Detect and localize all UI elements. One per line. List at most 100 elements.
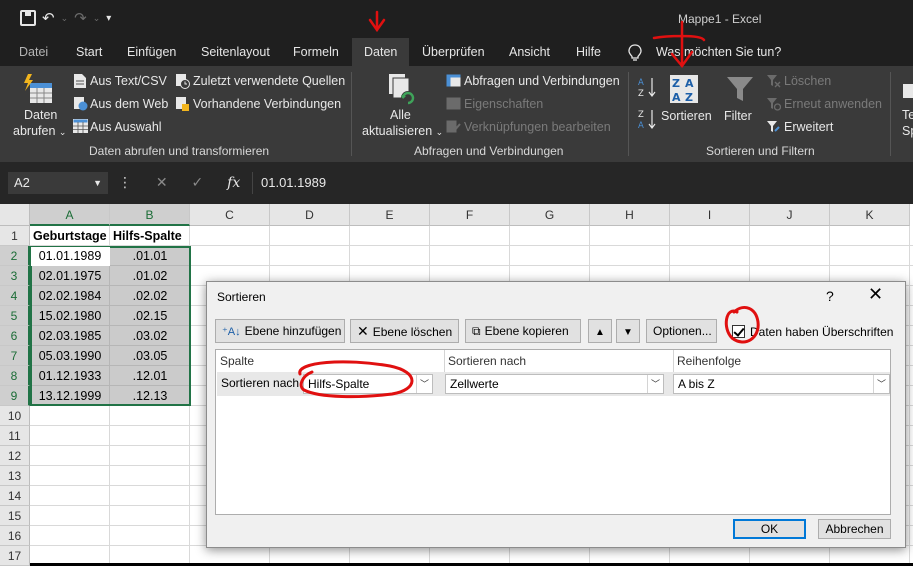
row-header-2[interactable]: 2 (0, 246, 30, 266)
column-header-b[interactable]: B (110, 204, 190, 226)
customize-qat-icon[interactable]: ▾ (106, 13, 111, 24)
cell-a3[interactable]: 02.01.1975 (30, 266, 110, 286)
save-icon[interactable] (20, 10, 36, 26)
clear-button[interactable]: Löschen (784, 74, 831, 88)
existing-connections-button[interactable]: Vorhandene Verbindungen (193, 97, 341, 111)
cell-b6[interactable]: .03.02 (110, 326, 190, 346)
row-header-11[interactable]: 11 (0, 426, 30, 446)
cell-a4[interactable]: 02.02.1984 (30, 286, 110, 306)
cell-a2[interactable]: 01.01.1989 (30, 246, 110, 266)
cell-a8[interactable]: 01.12.1933 (30, 366, 110, 386)
undo-dropdown-icon[interactable]: ⌄ (61, 13, 69, 24)
row-header-5[interactable]: 5 (0, 306, 30, 326)
from-text-csv-button[interactable]: Aus Text/CSV (90, 74, 167, 88)
filter-button[interactable]: Filter (724, 109, 752, 123)
tab-daten[interactable]: Daten (352, 38, 410, 66)
column-select[interactable]: Hilfs-Spalte ﹀ (303, 374, 433, 394)
row-header-10[interactable]: 10 (0, 406, 30, 426)
column-header-g[interactable]: G (510, 204, 590, 226)
close-button[interactable]: ✕ (868, 284, 883, 305)
reapply-button[interactable]: Erneut anwenden (784, 97, 882, 111)
cell-b3[interactable]: .01.02 (110, 266, 190, 286)
row-header-4[interactable]: 4 (0, 286, 30, 306)
has-headers-checkbox[interactable] (732, 325, 745, 338)
insert-function-icon[interactable]: fx (227, 175, 240, 191)
copy-level-button[interactable]: ⧉ Ebene kopieren (465, 319, 581, 343)
from-table-button[interactable]: Aus Auswahl (90, 120, 162, 134)
help-button[interactable]: ? (826, 288, 834, 304)
row-header-17[interactable]: 17 (0, 546, 30, 566)
row-header-6[interactable]: 6 (0, 326, 30, 346)
properties-button[interactable]: Eigenschaften (464, 97, 543, 111)
row-header-15[interactable]: 15 (0, 506, 30, 526)
move-up-button[interactable]: ▲ (588, 319, 612, 343)
row-header-8[interactable]: 8 (0, 366, 30, 386)
row-header-16[interactable]: 16 (0, 526, 30, 546)
cell-b9[interactable]: .12.13 (110, 386, 190, 406)
tab-datei[interactable]: Datei (19, 38, 48, 66)
options-button[interactable]: Optionen... (646, 319, 717, 343)
column-header-j[interactable]: J (750, 204, 830, 226)
cell-a1[interactable]: Geburtstage (33, 226, 113, 246)
sort-on-select[interactable]: Zellwerte ﹀ (445, 374, 664, 394)
get-data-label-1[interactable]: Daten (24, 108, 57, 122)
column-header-h[interactable]: H (590, 204, 670, 226)
cell-a7[interactable]: 05.03.1990 (30, 346, 110, 366)
name-box-dropdown-icon[interactable]: ▼ (93, 172, 102, 194)
column-header-f[interactable]: F (430, 204, 510, 226)
cell-a5[interactable]: 15.02.1980 (30, 306, 110, 326)
recent-sources-button[interactable]: Zuletzt verwendete Quellen (193, 74, 345, 88)
edit-links-button[interactable]: Verknüpfungen bearbeiten (464, 120, 611, 134)
has-headers-label[interactable]: Daten haben Überschriften (750, 325, 893, 339)
column-header-k[interactable]: K (830, 204, 910, 226)
row-header-3[interactable]: 3 (0, 266, 30, 286)
tab-ueberpruefen[interactable]: Überprüfen (422, 38, 485, 66)
cell-b7[interactable]: .03.05 (110, 346, 190, 366)
enter-icon[interactable]: ✓ (192, 174, 204, 190)
from-web-button[interactable]: Aus dem Web (90, 97, 168, 111)
tell-me-search[interactable]: Was möchten Sie tun? (656, 38, 781, 66)
formula-input[interactable]: 01.01.1989 (252, 172, 912, 194)
tab-formeln[interactable]: Formeln (293, 38, 339, 66)
column-header-e[interactable]: E (350, 204, 430, 226)
refresh-all-label-1[interactable]: Alle (390, 108, 411, 122)
add-level-button[interactable]: ⁺A↓ Ebene hinzufügen (215, 319, 345, 343)
sort-za-icon[interactable]: Z A (638, 108, 658, 130)
cell-b2[interactable]: .01.01 (110, 246, 190, 266)
row-header-9[interactable]: 9 (0, 386, 30, 406)
tab-seitenlayout[interactable]: Seitenlayout (201, 38, 270, 66)
order-select[interactable]: A bis Z ﹀ (673, 374, 890, 394)
sort-button[interactable]: Sortieren (661, 109, 712, 123)
tab-start[interactable]: Start (76, 38, 102, 66)
delete-level-button[interactable]: ✕ Ebene löschen (350, 319, 459, 343)
redo-icon[interactable]: ↷ (74, 9, 87, 27)
cancel-icon[interactable]: ✕ (156, 174, 168, 190)
tab-hilfe[interactable]: Hilfe (576, 38, 601, 66)
sort-level-row[interactable]: Sortieren nach Hilfs-Spalte ﹀ Zellwerte … (217, 372, 890, 396)
column-header-c[interactable]: C (190, 204, 270, 226)
cell-b5[interactable]: .02.15 (110, 306, 190, 326)
get-data-button[interactable]: abrufen ⌄ (13, 124, 66, 138)
redo-dropdown-icon[interactable]: ⌄ (93, 13, 101, 24)
cell-b1[interactable]: Hilfs-Spalte (113, 226, 193, 246)
text-to-columns-label-2[interactable]: Sp (902, 124, 913, 138)
cell-b8[interactable]: .12.01 (110, 366, 190, 386)
row-header-7[interactable]: 7 (0, 346, 30, 366)
cell-b4[interactable]: .02.02 (110, 286, 190, 306)
queries-connections-button[interactable]: Abfragen und Verbindungen (464, 74, 620, 88)
sort-az-icon[interactable]: A Z (638, 76, 658, 98)
column-header-a[interactable]: A (30, 204, 110, 226)
cancel-button[interactable]: Abbrechen (818, 519, 891, 539)
undo-icon[interactable]: ↶ (42, 9, 55, 27)
cell-a6[interactable]: 02.03.1985 (30, 326, 110, 346)
tab-ansicht[interactable]: Ansicht (509, 38, 550, 66)
name-box[interactable]: A2 ▼ (8, 172, 108, 194)
row-header-14[interactable]: 14 (0, 486, 30, 506)
tab-einfuegen[interactable]: Einfügen (127, 38, 176, 66)
advanced-button[interactable]: Erweitert (784, 120, 833, 134)
column-header-i[interactable]: I (670, 204, 750, 226)
refresh-all-button[interactable]: aktualisieren ⌄ (362, 124, 443, 138)
select-all-corner[interactable] (0, 204, 30, 226)
more-icon[interactable]: ⋮ (118, 174, 132, 190)
cell-a9[interactable]: 13.12.1999 (30, 386, 110, 406)
